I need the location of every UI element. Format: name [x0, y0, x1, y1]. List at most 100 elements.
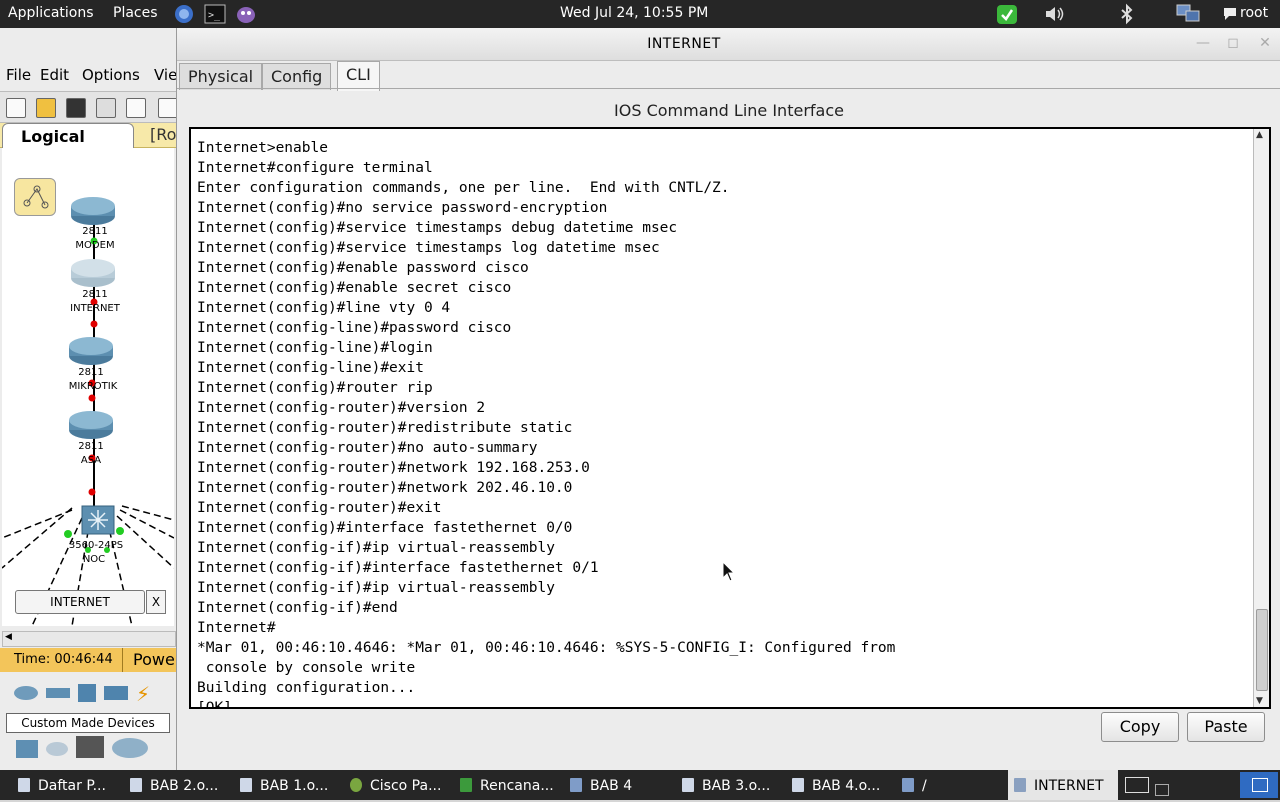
copy-button[interactable]: Copy — [1101, 712, 1179, 742]
terminal-line: *Mar 01, 00:46:10.4646: *Mar 01, 00:46:1… — [197, 640, 896, 656]
terminal-line: Internet(config)#interface fastethernet … — [197, 520, 573, 536]
taskbar-item[interactable]: BAB 1.o... — [240, 770, 340, 800]
cloud-device-icon[interactable] — [46, 742, 68, 756]
tab-cli[interactable]: CLI — [337, 61, 380, 91]
packet-tracer-window: File Edit Options Vie Logical [Ro 2811 M… — [0, 28, 176, 770]
update-icon[interactable] — [996, 3, 1018, 29]
taskbar-item[interactable]: Rencana... — [460, 770, 560, 800]
print-icon[interactable] — [96, 98, 116, 118]
chat-icon[interactable] — [1222, 3, 1238, 29]
topology-mode-icon[interactable] — [14, 178, 56, 216]
taskbar-item-label: / — [922, 778, 927, 794]
device-tab-internet[interactable]: INTERNET — [15, 590, 145, 614]
router-icon[interactable] — [68, 336, 114, 366]
activity-wizard-icon[interactable] — [126, 98, 146, 118]
taskbar-item[interactable]: BAB 3.o... — [682, 770, 782, 800]
taskbar-item[interactable]: / — [902, 770, 1000, 800]
taskbar-item-label: BAB 1.o... — [260, 778, 329, 794]
terminal-line: Internet(config-router)#no auto-summary — [197, 440, 538, 456]
minimize-icon[interactable]: — — [1190, 32, 1216, 54]
pidgin-icon[interactable] — [236, 3, 256, 29]
logical-bar: Logical [Ro — [0, 123, 176, 154]
scroll-left-icon[interactable]: ◀ — [5, 632, 12, 642]
vertical-scrollbar[interactable]: ▲ ▼ — [1253, 129, 1269, 707]
routers-category-icon[interactable] — [14, 686, 38, 700]
places-menu[interactable]: Places — [113, 5, 158, 21]
taskbar-item-label: Cisco Pa... — [370, 778, 442, 794]
window-icon — [1014, 778, 1026, 792]
terminal-line: Internet(config-line)#login — [197, 340, 433, 356]
menu-options[interactable]: Options — [82, 66, 140, 84]
terminal-line: Internet(config-if)#end — [197, 600, 398, 616]
user-menu[interactable]: root — [1240, 5, 1268, 21]
internet-device-window: INTERNET — ◻ ✕ Physical Config CLI IOS C… — [176, 28, 1280, 770]
scrollbar-thumb[interactable] — [1256, 609, 1268, 691]
terminal-line: Internet(config-router)#exit — [197, 500, 442, 516]
scroll-up-icon[interactable]: ▲ — [1256, 130, 1263, 140]
pc-device-icon[interactable] — [16, 740, 38, 758]
scroll-down-icon[interactable]: ▼ — [1256, 696, 1263, 706]
workspace-active-icon[interactable] — [1240, 772, 1278, 798]
connections-category-icon[interactable]: ⚡ — [136, 682, 150, 706]
new-icon[interactable] — [6, 98, 26, 118]
firefox-icon[interactable] — [174, 3, 194, 29]
clock[interactable]: Wed Jul 24, 10:55 PM — [560, 5, 708, 21]
document-icon — [682, 778, 694, 792]
root-label: [Ro — [150, 125, 176, 144]
close-icon[interactable]: ✕ — [1252, 32, 1278, 54]
device-tab-close-button[interactable]: X — [146, 590, 166, 614]
menu-file[interactable]: File — [6, 66, 31, 84]
cloud-device-icon[interactable] — [112, 738, 148, 758]
workspace-switcher-icon[interactable] — [1125, 777, 1149, 793]
device-model: 2811 — [82, 226, 108, 237]
document-icon — [130, 778, 142, 792]
open-icon[interactable] — [36, 98, 56, 118]
taskbar-item-label: BAB 4.o... — [812, 778, 881, 794]
menu-view[interactable]: Vie — [154, 66, 176, 84]
horizontal-scrollbar[interactable]: ◀ — [2, 631, 176, 647]
taskbar-item[interactable]: BAB 4 — [570, 770, 670, 800]
volume-icon[interactable] — [1043, 3, 1067, 29]
taskbar-item-active[interactable]: INTERNET — [1008, 770, 1118, 800]
applications-menu[interactable]: Applications — [8, 5, 94, 21]
svg-text:>_: >_ — [208, 10, 221, 21]
taskbar-item[interactable]: Cisco Pa... — [350, 770, 450, 800]
tab-physical[interactable]: Physical — [179, 63, 263, 90]
document-icon — [792, 778, 804, 792]
network-icon[interactable] — [1176, 3, 1202, 29]
device-panel: ⚡ Custom Made Devices — [0, 674, 176, 770]
tab-config[interactable]: Config — [262, 63, 332, 90]
taskbar-item[interactable]: Daftar P... — [18, 770, 118, 800]
paste-button[interactable]: Paste — [1187, 712, 1265, 742]
router-icon[interactable] — [68, 410, 114, 440]
switch-icon[interactable] — [80, 504, 116, 536]
save-icon[interactable] — [66, 98, 86, 118]
menu-edit[interactable]: Edit — [40, 66, 69, 84]
logical-tab-label: Logical — [21, 127, 85, 146]
window-titlebar[interactable]: INTERNET — ◻ ✕ — [177, 28, 1280, 61]
terminal-line: Internet(config-router)#network 192.168.… — [197, 460, 590, 476]
terminal-line: Internet(config)#enable password cisco — [197, 260, 529, 276]
terminal-line: Internet(config-line)#password cisco — [197, 320, 512, 336]
wireless-category-icon[interactable] — [104, 686, 128, 700]
cli-terminal[interactable]: Internet>enable Internet#configure termin… — [189, 127, 1271, 709]
taskbar-item-label: BAB 3.o... — [702, 778, 771, 794]
router-icon[interactable] — [70, 196, 116, 226]
bluetooth-icon[interactable] — [1118, 3, 1136, 29]
spreadsheet-icon — [460, 778, 472, 792]
router-icon[interactable] — [70, 258, 116, 288]
terminal-line: Internet(config)#service timestamps log … — [197, 240, 660, 256]
toolbar-more-icon[interactable] — [158, 98, 176, 118]
terminal-icon[interactable]: >_ — [204, 3, 226, 29]
power-cycle-label[interactable]: Powe — [133, 650, 175, 669]
maximize-icon[interactable]: ◻ — [1220, 32, 1246, 54]
topology-canvas[interactable]: 2811 MODEM 2811 INTERNET 2811 MIKROTIK 2… — [2, 148, 174, 626]
taskbar-item[interactable]: BAB 2.o... — [130, 770, 230, 800]
taskbar-item[interactable]: BAB 4.o... — [792, 770, 892, 800]
hubs-category-icon[interactable] — [78, 684, 96, 702]
switches-category-icon[interactable] — [46, 688, 70, 698]
device-name: NOC — [82, 554, 106, 565]
terminal-line: Internet>enable — [197, 140, 328, 156]
server-device-icon[interactable] — [76, 736, 104, 758]
show-desktop-icon[interactable] — [1155, 784, 1169, 796]
